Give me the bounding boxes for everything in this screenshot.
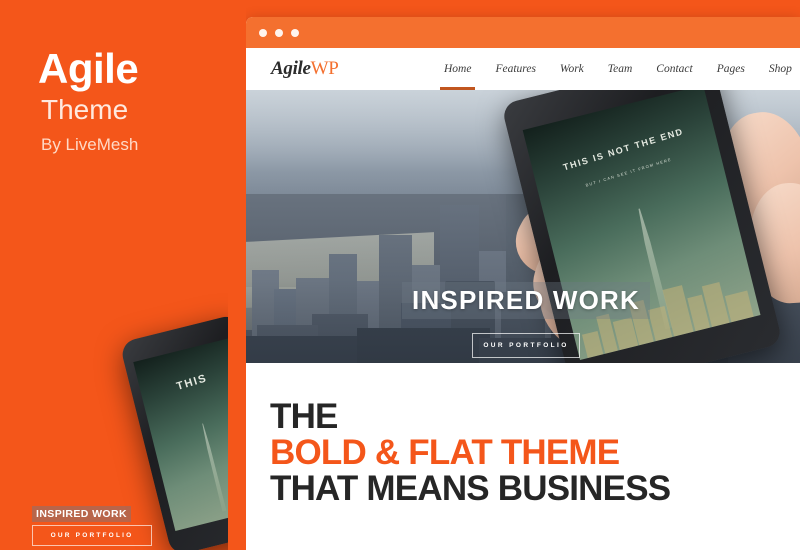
promo-title: Agile bbox=[38, 45, 139, 92]
window-dot-minimize[interactable] bbox=[275, 28, 283, 37]
mobile-phone-screen: THIS bbox=[132, 336, 228, 531]
hero-title: INSPIRED WORK bbox=[402, 282, 650, 319]
nav-item-pages[interactable]: Pages bbox=[705, 48, 757, 90]
nav-item-home[interactable]: Home bbox=[432, 48, 483, 90]
site-logo-primary: Agile bbox=[271, 58, 311, 79]
hero-caption: INSPIRED WORK OUR PORTFOLIO bbox=[306, 282, 746, 358]
promo-subtitle: Theme bbox=[41, 94, 129, 125]
tagline-line-1: THE bbox=[270, 397, 338, 436]
phone-screen-line1: THIS IS NOT THE END bbox=[561, 125, 685, 173]
window-dot-maximize[interactable] bbox=[291, 28, 299, 37]
tagline-line-3: THAT MEANS BUSINESS bbox=[270, 469, 671, 509]
site-logo[interactable]: AgileWP bbox=[271, 58, 339, 80]
nav-item-contact[interactable]: Contact bbox=[644, 48, 704, 90]
hero-portfolio-button[interactable]: OUR PORTFOLIO bbox=[472, 333, 580, 358]
nav-item-shop[interactable]: Shop bbox=[757, 48, 800, 90]
tagline-block: THE BOLD & FLAT THEME THAT MEANS BUSINES… bbox=[246, 363, 800, 507]
nav-item-features[interactable]: Features bbox=[483, 48, 547, 90]
site-logo-secondary: WP bbox=[310, 58, 339, 79]
mobile-hero-title: INSPIRED WORK bbox=[32, 506, 131, 522]
tagline-line-2: BOLD & FLAT THEME bbox=[270, 433, 620, 473]
site-nav-menu: Home Features Work Team Contact Pages Sh… bbox=[432, 48, 800, 90]
mobile-hero-caption: INSPIRED WORK OUR PORTFOLIO bbox=[32, 504, 152, 546]
browser-window: AgileWP Home Features Work Team Contact … bbox=[246, 17, 800, 550]
promo-author: By LiveMesh bbox=[41, 135, 139, 154]
browser-titlebar bbox=[246, 17, 800, 48]
site-navbar: AgileWP Home Features Work Team Contact … bbox=[246, 48, 800, 90]
nav-item-work[interactable]: Work bbox=[548, 48, 596, 90]
window-dot-close[interactable] bbox=[259, 28, 267, 37]
hero-banner: THIS IS NOT THE END BUT I CAN SEE IT FRO… bbox=[246, 90, 800, 363]
nav-item-team[interactable]: Team bbox=[596, 48, 645, 90]
mobile-portfolio-button[interactable]: OUR PORTFOLIO bbox=[32, 525, 152, 546]
